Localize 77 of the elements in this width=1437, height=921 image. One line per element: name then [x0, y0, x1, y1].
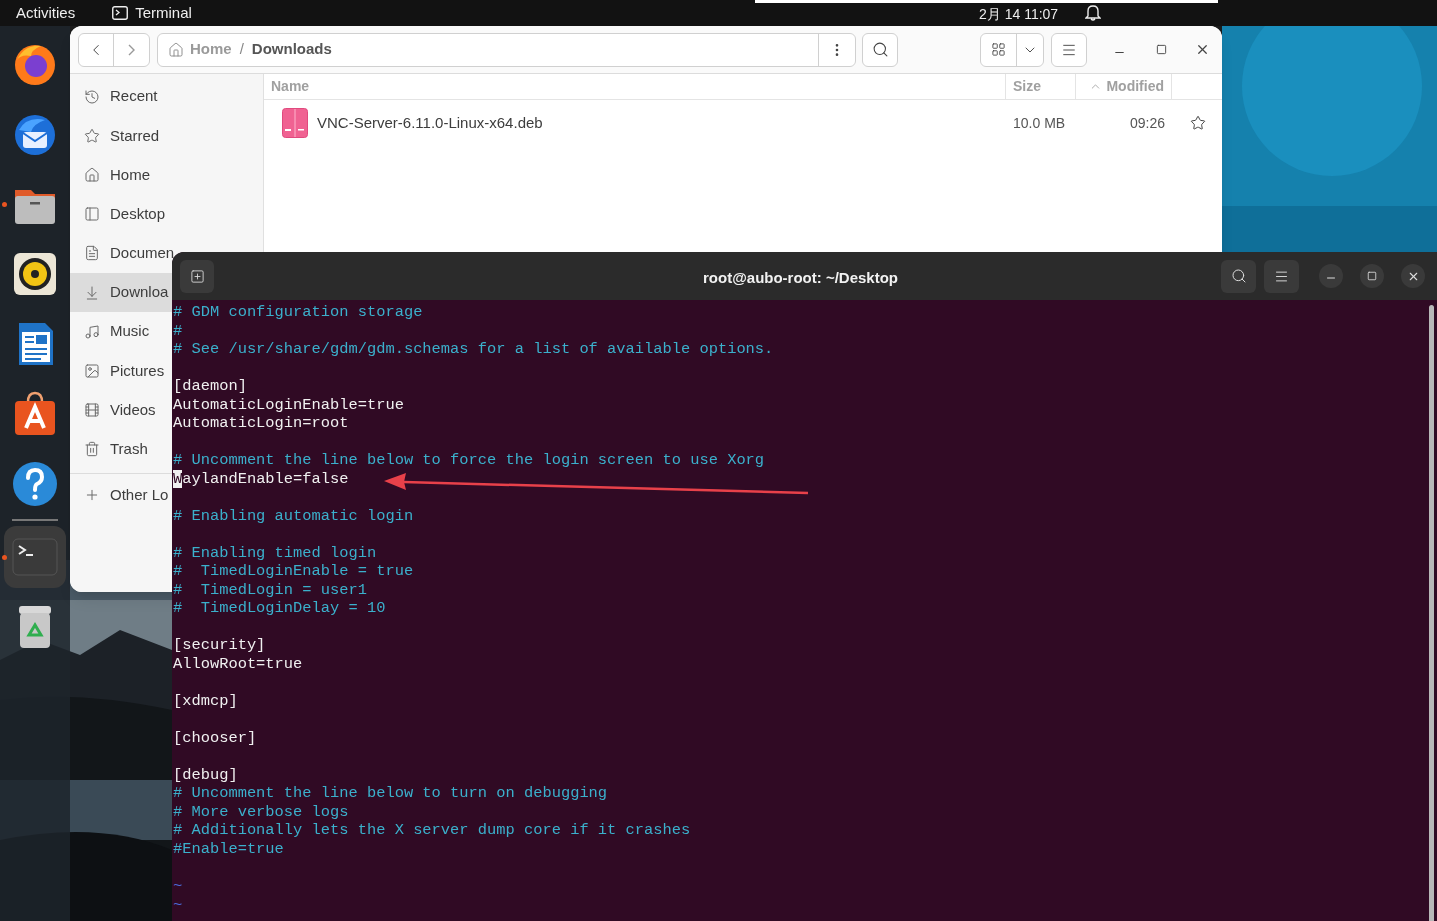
star-button[interactable]: [1189, 114, 1207, 132]
film-icon: [84, 402, 100, 419]
maximize-icon: [1367, 271, 1377, 281]
code-line: AllowRoot=true: [173, 654, 303, 674]
code-comment: # See /usr/share/gdm/gdm.schemas for a list of available options.: [173, 340, 774, 359]
home-icon: [168, 41, 184, 58]
search-button[interactable]: [862, 32, 898, 67]
path-separator: /: [239, 39, 244, 60]
activities-button[interactable]: Activities: [16, 1, 76, 25]
speaker-icon: [11, 250, 59, 298]
sidebar-item[interactable]: Desktop: [70, 194, 172, 234]
code-comment: # TimedLoginDelay = 10: [173, 599, 386, 618]
sidebar-item[interactable]: Pictures: [70, 351, 172, 391]
empty-line-marker: ~: [173, 895, 183, 914]
help-icon: [11, 460, 59, 508]
code-comment: #: [173, 321, 183, 341]
sidebar-item[interactable]: Home: [70, 155, 172, 195]
maximize-button[interactable]: [1360, 264, 1384, 288]
sidebar-item[interactable]: Starred: [70, 116, 172, 156]
sidebar-item[interactable]: Downloa: [70, 272, 172, 313]
code-comment: # TimedLoginEnable = true: [173, 562, 414, 581]
forward-icon: [128, 43, 135, 56]
new-tab-button[interactable]: [180, 259, 214, 293]
code-line: [xdmcp]: [173, 691, 238, 711]
code-comment: #Enable=true: [173, 839, 284, 859]
clock-icon: [84, 88, 100, 105]
window-icon: [84, 206, 100, 223]
code-comment: # Uncomment the line below to force the login screen to use Xorg: [173, 451, 765, 470]
bell-icon: [1085, 3, 1101, 21]
code-comment: # GDM configuration storage: [173, 303, 423, 322]
file-size: 10.0 MB: [1012, 113, 1067, 133]
sidebar-item[interactable]: Trash: [70, 429, 172, 469]
search-button[interactable]: [1221, 259, 1256, 293]
menu-icon: [1274, 268, 1289, 284]
code-line: [security]: [173, 636, 266, 655]
trash-icon: [84, 441, 100, 458]
sidebar-item[interactable]: Videos: [70, 390, 172, 430]
window-title: root@aubo-root: ~/Desktop: [703, 268, 899, 288]
terminal-icon: [112, 6, 129, 20]
code-comment: # Enabling automatic login: [173, 506, 414, 526]
file-name: VNC-Server-6.11.0-Linux-x64.deb: [317, 112, 543, 133]
code-comment: # Uncomment the line below to turn on debugging: [173, 784, 608, 803]
code-line: [debug]: [173, 765, 238, 785]
empty-line-marker: ~: [173, 877, 183, 896]
search-icon: [1230, 268, 1247, 284]
star-icon: [1190, 115, 1206, 131]
code-line: [daemon]: [173, 377, 247, 396]
sidebar-item[interactable]: Documen: [70, 233, 172, 273]
package-file-icon: [282, 108, 308, 138]
sidebar-item[interactable]: Music: [70, 312, 172, 352]
sidebar-item[interactable]: Recent: [70, 77, 172, 117]
code-line: AutomaticLoginEnable=true: [173, 395, 404, 415]
download-icon: [84, 284, 100, 301]
code-line: AutomaticLogin=root: [173, 414, 349, 433]
grid-icon: [991, 42, 1006, 57]
clock-button[interactable]: 2月 14 11:07: [979, 4, 1059, 25]
code-comment: # More verbose logs: [173, 802, 349, 822]
code-comment: # Enabling timed login: [173, 543, 377, 563]
document-icon: [84, 245, 100, 262]
file-modified: 09:26: [1128, 113, 1166, 133]
close-button[interactable]: [1401, 264, 1425, 288]
minimize-button[interactable]: [1319, 264, 1343, 288]
music-note-icon: [84, 323, 100, 340]
home-icon: [84, 166, 100, 183]
menu-button[interactable]: [1264, 259, 1299, 293]
search-icon: [871, 41, 889, 58]
code-comment: # TimedLogin = user1: [173, 580, 367, 600]
code-comment: # Additionally lets the X server dump core if it crashes: [173, 821, 691, 840]
sidebar-item[interactable]: Other Lo: [70, 475, 172, 516]
new-tab-icon: [189, 268, 205, 284]
image-icon: [84, 362, 100, 379]
breadcrumb[interactable]: Downloads: [251, 38, 332, 61]
code-line: [chooser]: [173, 728, 257, 748]
maximize-icon: [1155, 44, 1167, 55]
star-icon: [84, 127, 100, 144]
code-line: WaylandEnable=false: [173, 469, 349, 489]
app-menu-button[interactable]: Terminal: [112, 1, 192, 25]
